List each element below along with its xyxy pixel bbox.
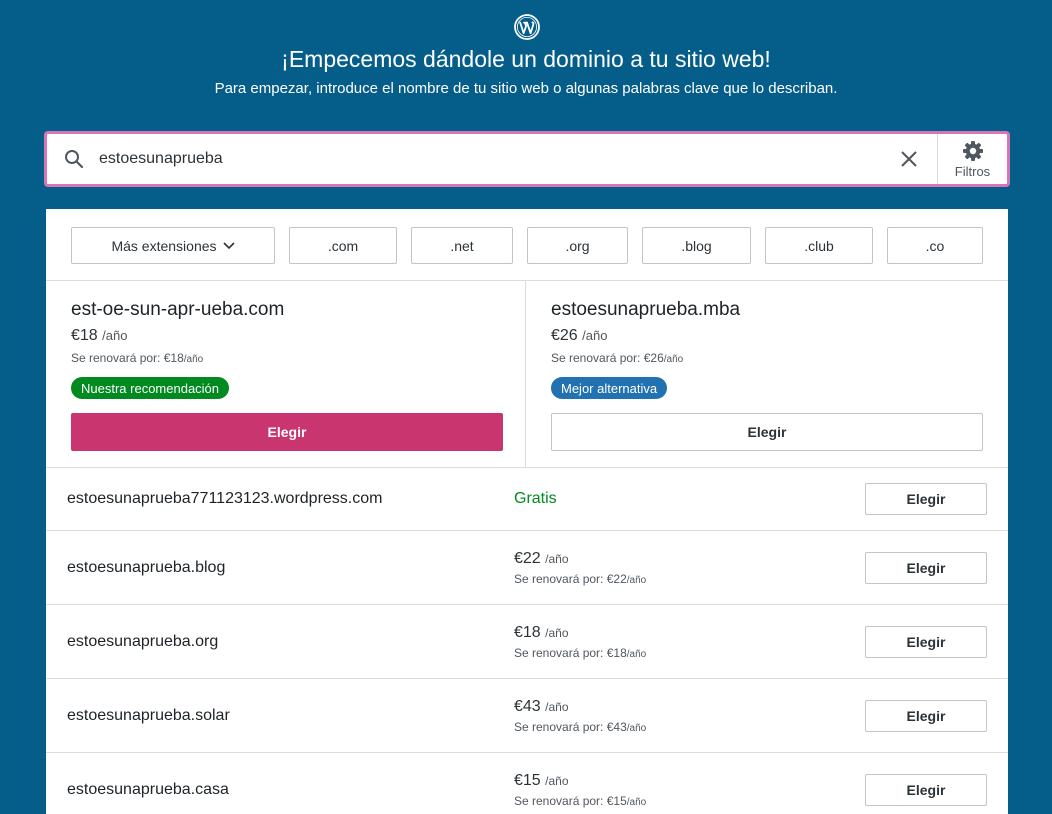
- domain-result-row: estoesunaprueba.org €18 /año Se renovará…: [46, 605, 1008, 679]
- domain-result-row: estoesunaprueba.blog €22 /año Se renovar…: [46, 531, 1008, 605]
- clear-search-button[interactable]: [881, 134, 937, 184]
- choose-button[interactable]: Elegir: [865, 626, 987, 658]
- close-icon: [901, 151, 917, 167]
- choose-button[interactable]: Elegir: [865, 483, 987, 515]
- domain-name: est-oe-sun-apr-ueba.com: [71, 299, 285, 320]
- page-subtitle: Para empezar, introduce el nombre de tu …: [214, 80, 838, 97]
- domain-price: €18 /año: [514, 624, 569, 641]
- domain-name: estoesunaprueba.casa: [67, 781, 229, 798]
- gear-icon: [962, 140, 983, 161]
- search-icon: [49, 134, 99, 184]
- choose-recommended-button[interactable]: Elegir: [71, 413, 503, 451]
- domain-price: €26 /año: [551, 327, 608, 344]
- filters-button[interactable]: Filtros: [937, 134, 1007, 184]
- domain-name: estoesunaprueba.mba: [551, 299, 741, 320]
- more-extensions-button[interactable]: Más extensiones: [71, 227, 275, 264]
- domain-name: estoesunaprueba771123123.wordpress.com: [67, 490, 383, 507]
- choose-button[interactable]: Elegir: [865, 774, 987, 806]
- extension-org-button[interactable]: .org: [527, 227, 628, 264]
- extension-com-button[interactable]: .com: [289, 227, 397, 264]
- results-panel: Más extensiones .com .net .org .blog .cl…: [46, 209, 1008, 814]
- renewal-price: Se renovará por: €26/año: [551, 351, 684, 365]
- domain-price: €15 /año: [514, 772, 569, 789]
- choose-button[interactable]: Elegir: [865, 700, 987, 732]
- wordpress-logo: [514, 14, 540, 40]
- domain-search-bar: Filtros: [44, 131, 1010, 187]
- featured-alternative: estoesunaprueba.mba €26 /año Se renovará…: [526, 281, 1008, 468]
- domain-price: €43 /año: [514, 698, 569, 715]
- recommended-badge: Nuestra recomendación: [71, 377, 230, 399]
- featured-suggestions: est-oe-sun-apr-ueba.com €18 /año Se reno…: [46, 281, 1008, 468]
- extension-club-button[interactable]: .club: [765, 227, 873, 264]
- free-label: Gratis: [514, 490, 557, 507]
- filters-label: Filtros: [954, 163, 991, 179]
- alternative-badge: Mejor alternativa: [551, 377, 668, 399]
- domain-result-row: estoesunaprueba.casa €15 /año Se renovar…: [46, 753, 1008, 814]
- extension-net-button[interactable]: .net: [411, 227, 513, 264]
- domain-result-row: estoesunaprueba.solar €43 /año Se renova…: [46, 679, 1008, 753]
- renewal-price: Se renovará por: €22/año: [514, 572, 647, 586]
- featured-recommended: est-oe-sun-apr-ueba.com €18 /año Se reno…: [46, 281, 526, 468]
- domain-name: estoesunaprueba.solar: [67, 707, 230, 724]
- extension-blog-button[interactable]: .blog: [642, 227, 751, 264]
- renewal-price: Se renovará por: €18/año: [514, 646, 647, 660]
- choose-alternative-button[interactable]: Elegir: [551, 413, 983, 451]
- choose-button[interactable]: Elegir: [865, 552, 987, 584]
- renewal-price: Se renovará por: €15/año: [514, 794, 647, 808]
- search-input[interactable]: [99, 139, 881, 179]
- page-title: ¡Empecemos dándole un dominio a tu sitio…: [281, 46, 771, 72]
- extension-filter-bar: Más extensiones .com .net .org .blog .cl…: [46, 209, 1008, 281]
- domain-price: €22 /año: [514, 550, 569, 567]
- extension-co-button[interactable]: .co: [887, 227, 983, 264]
- domain-result-row: estoesunaprueba771123123.wordpress.com G…: [46, 468, 1008, 531]
- domain-name: estoesunaprueba.org: [67, 633, 219, 650]
- chevron-down-icon: [222, 241, 235, 250]
- renewal-price: Se renovará por: €43/año: [514, 720, 647, 734]
- renewal-price: Se renovará por: €18/año: [71, 351, 204, 365]
- domain-price: €18 /año: [71, 327, 128, 344]
- domain-name: estoesunaprueba.blog: [67, 559, 226, 576]
- more-extensions-label: Más extensiones: [111, 237, 217, 254]
